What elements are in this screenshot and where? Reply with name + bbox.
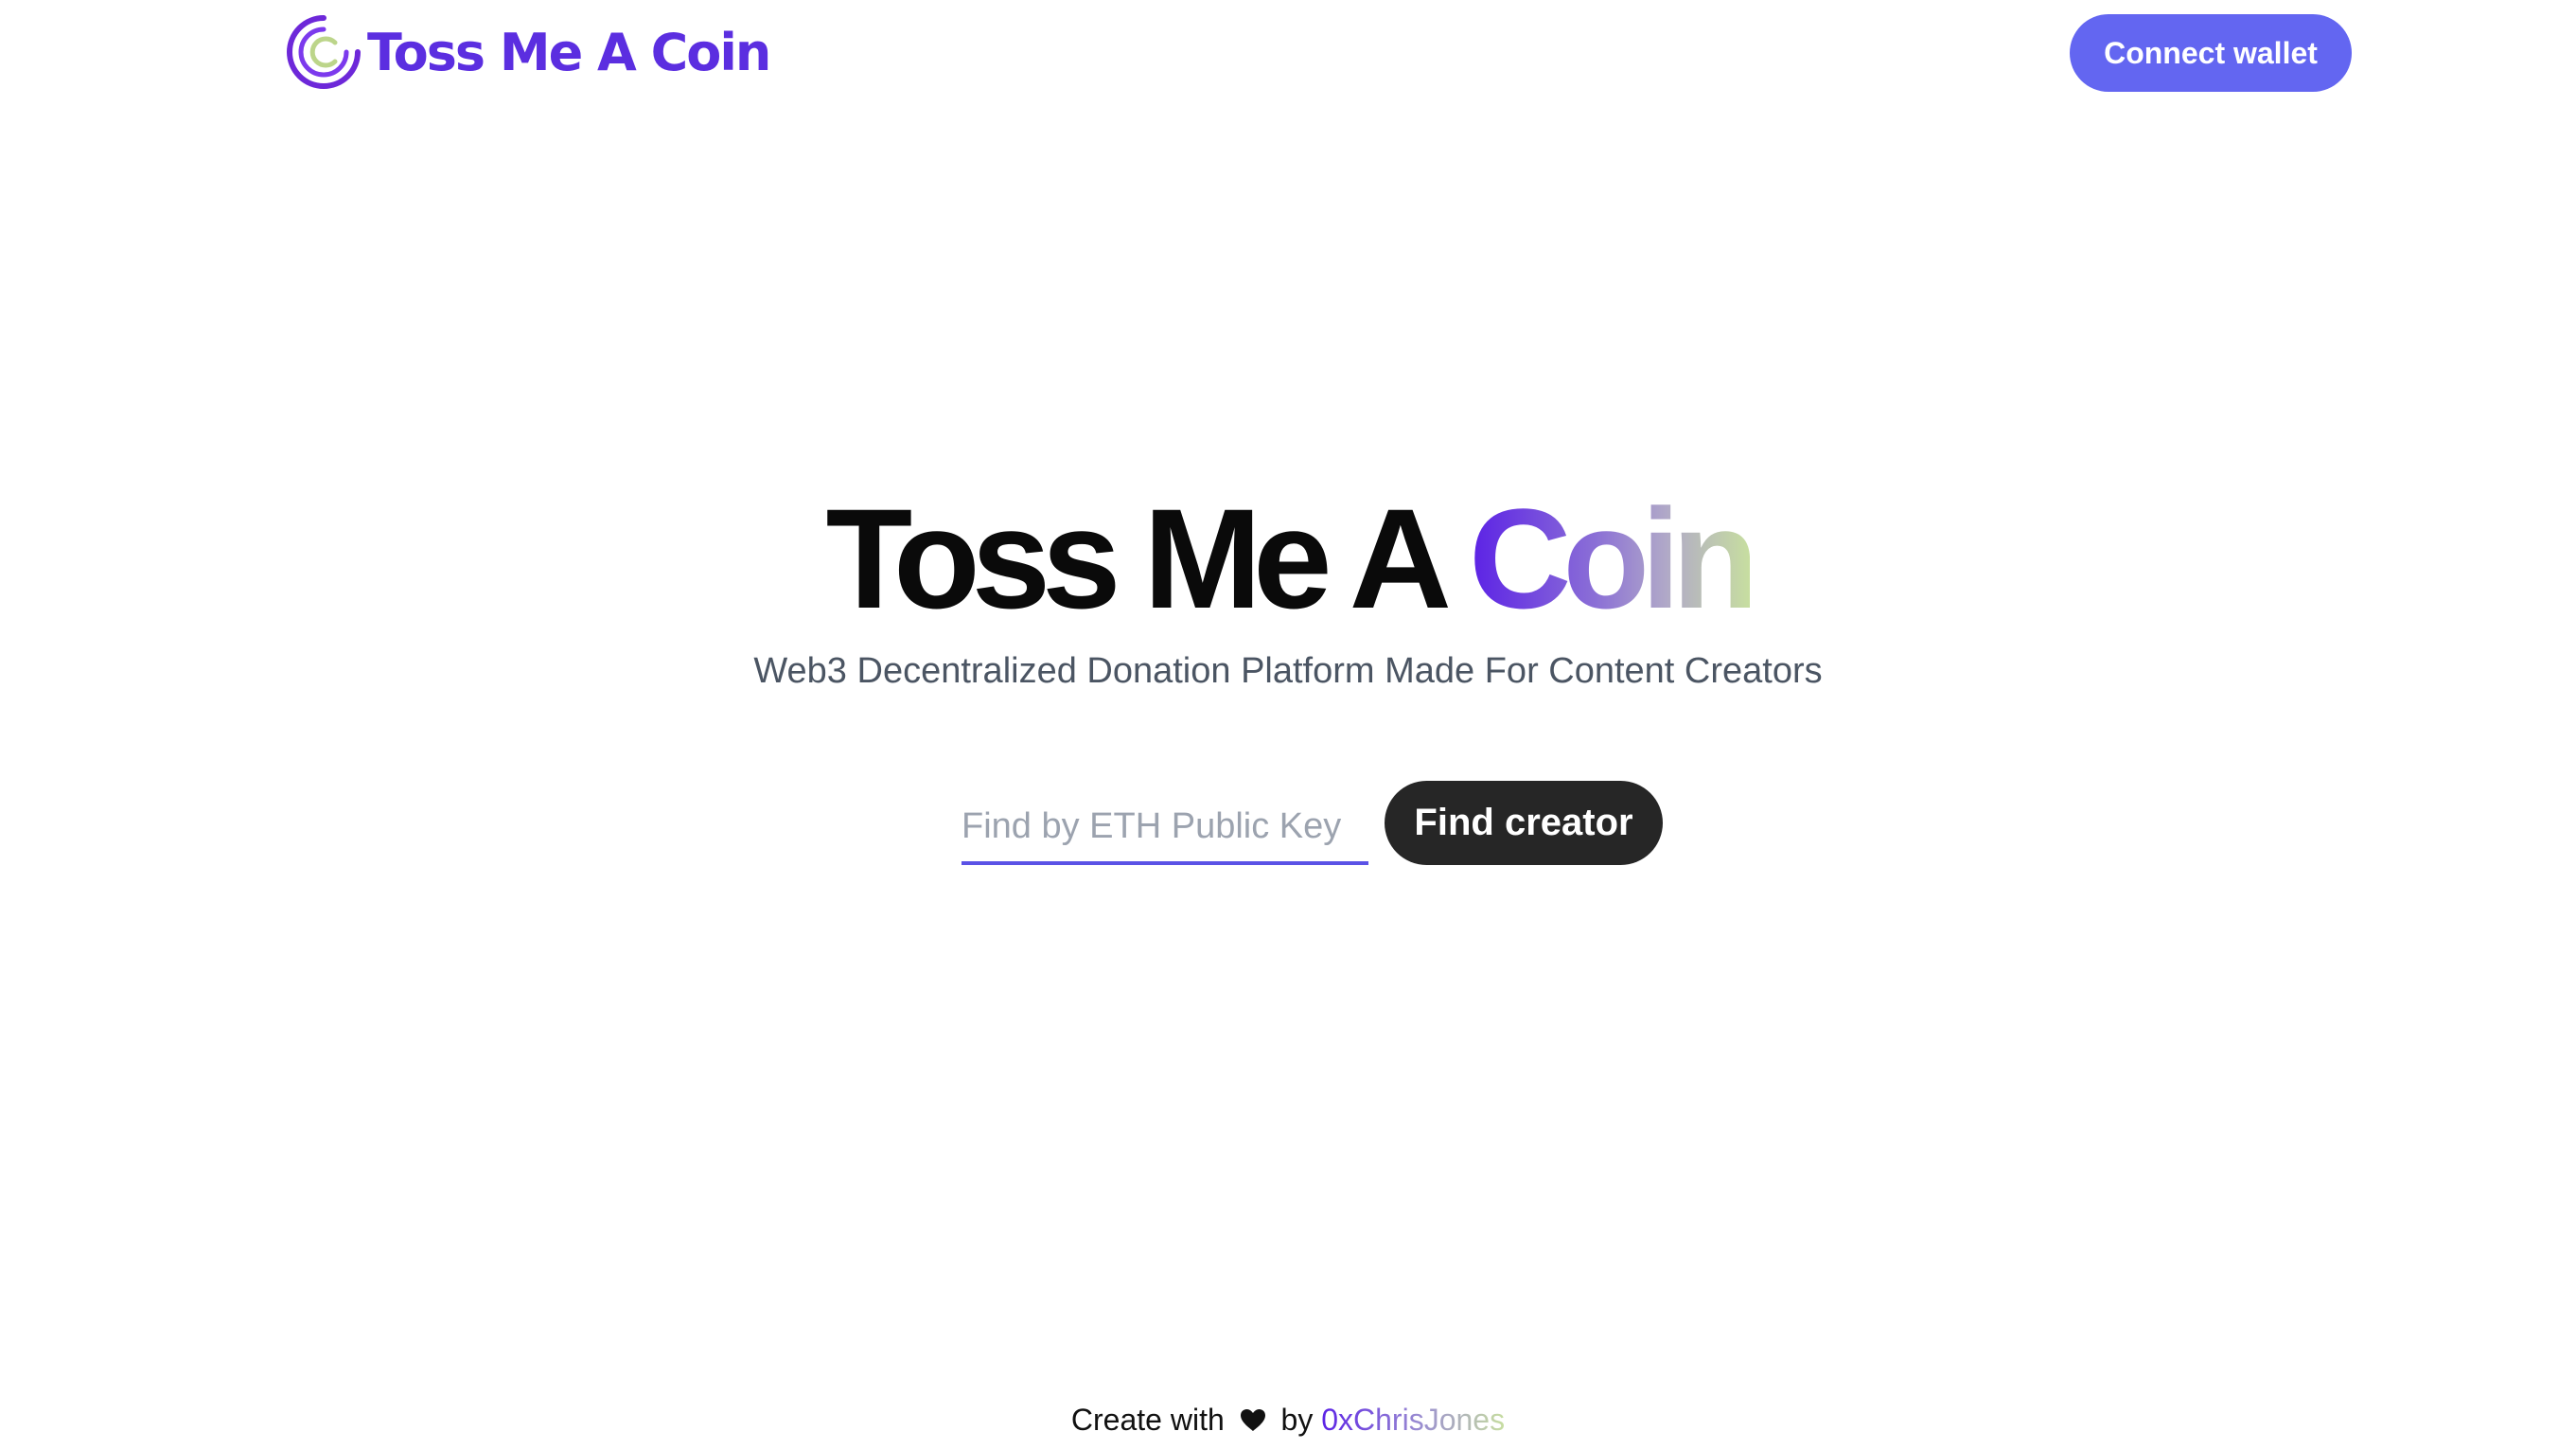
page: Toss Me A Coin Connect wallet Toss Me A … — [0, 0, 2576, 1449]
logo[interactable]: Toss Me A Coin — [284, 13, 771, 91]
eth-public-key-search-input[interactable] — [962, 791, 1368, 865]
author-link[interactable]: 0xChrisJones — [1321, 1403, 1505, 1437]
hero-title: Toss Me A Coin — [0, 473, 2576, 644]
connect-wallet-button[interactable]: Connect wallet — [2070, 14, 2352, 92]
footer-by: by — [1280, 1403, 1314, 1437]
hero-title-main: Toss Me A — [825, 479, 1470, 638]
hero-subtitle: Web3 Decentralized Donation Platform Mad… — [753, 651, 1823, 691]
heart-icon — [1240, 1409, 1265, 1431]
logo-text: Toss Me A Coin — [367, 22, 771, 82]
header: Toss Me A Coin Connect wallet — [0, 0, 2576, 104]
footer: Create with by 0xChrisJones — [0, 1403, 2576, 1438]
coin-logo-icon — [287, 15, 361, 89]
hero-title-highlight: Coin — [1469, 479, 1758, 638]
find-creator-button[interactable]: Find creator — [1385, 781, 1663, 865]
footer-prefix: Create with — [1070, 1403, 1225, 1437]
